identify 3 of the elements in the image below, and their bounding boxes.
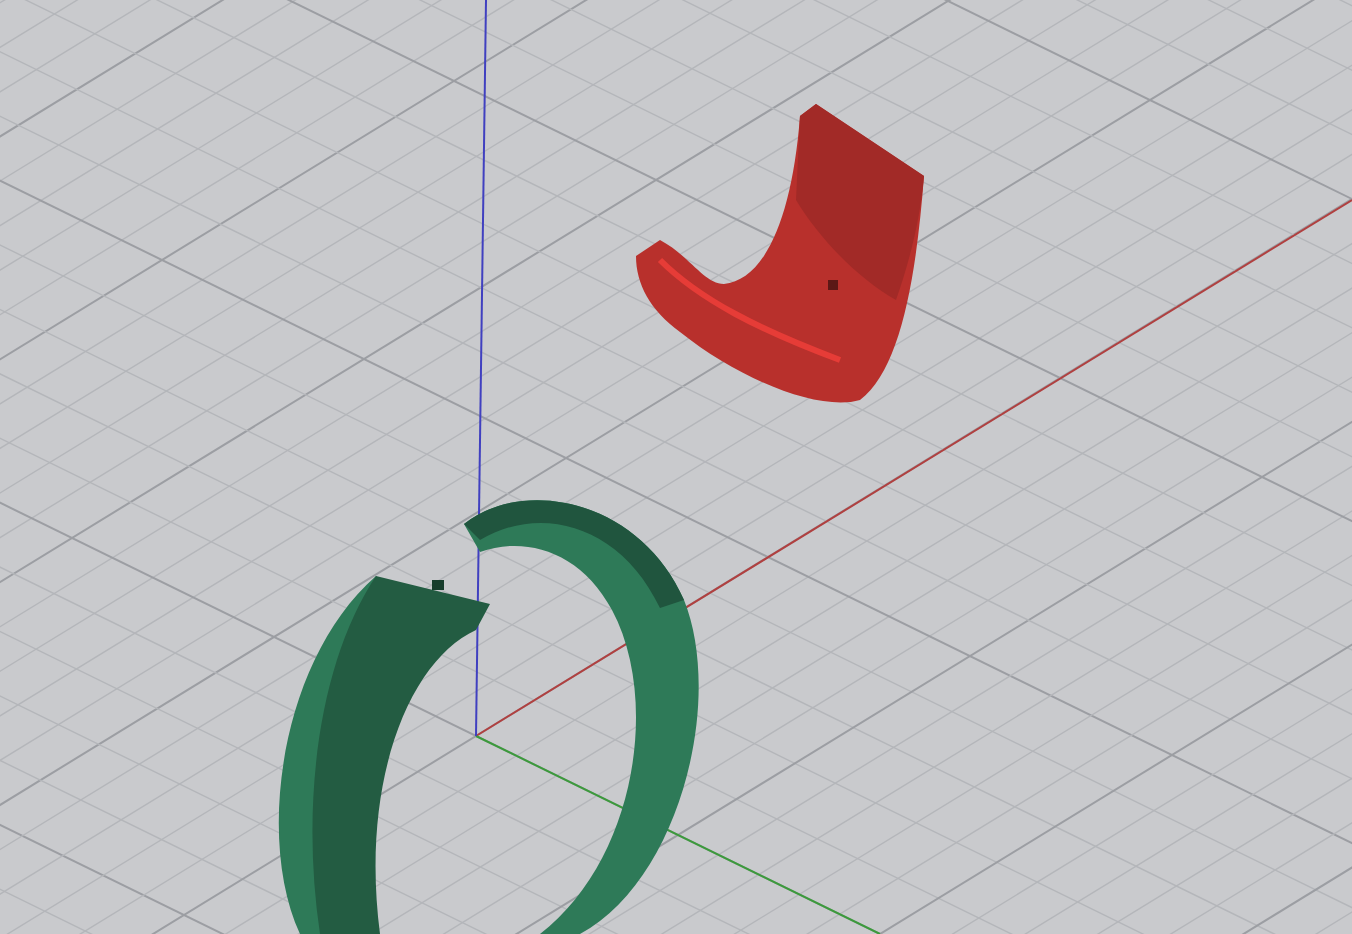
ring-model-drawing[interactable]: [278, 500, 699, 934]
clip-model-drawing[interactable]: [636, 104, 924, 403]
3d-viewport[interactable]: [0, 0, 1352, 934]
